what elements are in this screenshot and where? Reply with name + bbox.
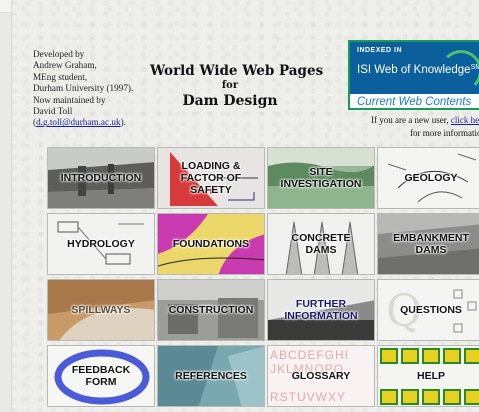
- tile-hydrology[interactable]: HYDROLOGY: [47, 213, 155, 275]
- isi-web-of-knowledge-badge[interactable]: INDEXED IN ISI Web of KnowledgeSM Curren…: [348, 40, 479, 110]
- credit-line: Developed by: [33, 49, 85, 59]
- tile-embankment-dams[interactable]: EMBANKMENT DAMS: [377, 213, 479, 275]
- tile-label: LOADING & FACTOR OF SAFETY: [180, 160, 242, 196]
- tile-further-information[interactable]: FURTHER INFORMATION: [267, 279, 375, 341]
- tile-label: HYDROLOGY: [67, 238, 135, 250]
- isi-wok-label: ISI Web of KnowledgeSM: [357, 64, 479, 76]
- tile-glossary[interactable]: ABCDEFGHI JKLMNOPQ RSTUVWXY GLOSSARY: [267, 345, 375, 407]
- tile-label: INTRODUCTION: [60, 172, 142, 184]
- tile-introduction[interactable]: INTRODUCTION: [47, 147, 155, 209]
- tile-loading-factor-of-safety[interactable]: LOADING & FACTOR OF SAFETY: [157, 147, 265, 209]
- tile-label: FEEDBACK FORM: [71, 364, 131, 388]
- tile-label: GLOSSARY: [291, 370, 351, 382]
- isi-indexed-label: INDEXED IN: [357, 47, 403, 54]
- glossary-letters-row: RSTUVWXY: [270, 390, 347, 404]
- tile-label: SPILLWAYS: [71, 304, 131, 316]
- navigation-grid: INTRODUCTION LOADING & FACTOR OF SAFETY …: [47, 147, 479, 412]
- credits-block: Developed by Andrew Graham, MEng student…: [33, 49, 145, 129]
- glossary-letters-row: ABCDEFGHI: [270, 348, 350, 362]
- credit-line: Now maintained by: [33, 94, 106, 105]
- tile-construction[interactable]: CONSTRUCTION: [157, 279, 265, 341]
- isi-current-web-contents: Current Web Contents: [357, 96, 472, 108]
- credit-line: MEng student,: [33, 71, 88, 82]
- tile-label: CONSTRUCTION: [168, 304, 254, 316]
- tile-help[interactable]: HELP: [377, 345, 479, 407]
- email-link[interactable]: d.g.toll@durham.ac.uk: [36, 117, 121, 127]
- credit-line: David Toll: [33, 106, 73, 117]
- email-line: (d.g.toll@durham.ac.uk).: [33, 117, 126, 128]
- title-line-1: World Wide Web Pages: [150, 63, 324, 79]
- tile-label: QUESTIONS: [400, 304, 462, 316]
- tile-foundations[interactable]: FOUNDATIONS: [157, 213, 265, 275]
- tile-label: EMBANKMENT DAMS: [393, 232, 469, 256]
- new-user-notice: If you are a new user, click he: [371, 115, 479, 125]
- tile-questions[interactable]: Q QUESTIONS: [377, 279, 479, 341]
- tile-site-investigation[interactable]: SITE INVESTIGATION: [267, 147, 375, 209]
- tile-spillways[interactable]: SPILLWAYS: [47, 279, 155, 341]
- more-info-text: for more informatio: [410, 128, 479, 138]
- tile-feedback-form[interactable]: FEEDBACK FORM: [47, 345, 155, 407]
- title-line-2: for: [221, 80, 239, 91]
- tile-label: GEOLOGY: [404, 172, 458, 184]
- tile-concrete-dams[interactable]: CONCRETE DAMS: [267, 213, 375, 275]
- new-user-link[interactable]: click he: [451, 115, 479, 125]
- credit-line: Andrew Graham,: [33, 60, 97, 71]
- title-line-3: Dam Design: [182, 93, 278, 109]
- tile-label: HELP: [416, 370, 445, 382]
- tile-geology[interactable]: GEOLOGY: [377, 147, 479, 209]
- tile-references[interactable]: REFERENCES: [157, 345, 265, 407]
- page-title: World Wide Web Pages for Dam Design: [150, 63, 324, 110]
- tile-label: SITE INVESTIGATION: [280, 166, 362, 190]
- tile-label: CONCRETE DAMS: [291, 232, 351, 256]
- credit-line: Durham University (1997).: [33, 83, 134, 94]
- tile-label: FURTHER INFORMATION: [284, 298, 358, 322]
- tile-label: FOUNDATIONS: [172, 238, 250, 250]
- tile-label: REFERENCES: [175, 370, 247, 382]
